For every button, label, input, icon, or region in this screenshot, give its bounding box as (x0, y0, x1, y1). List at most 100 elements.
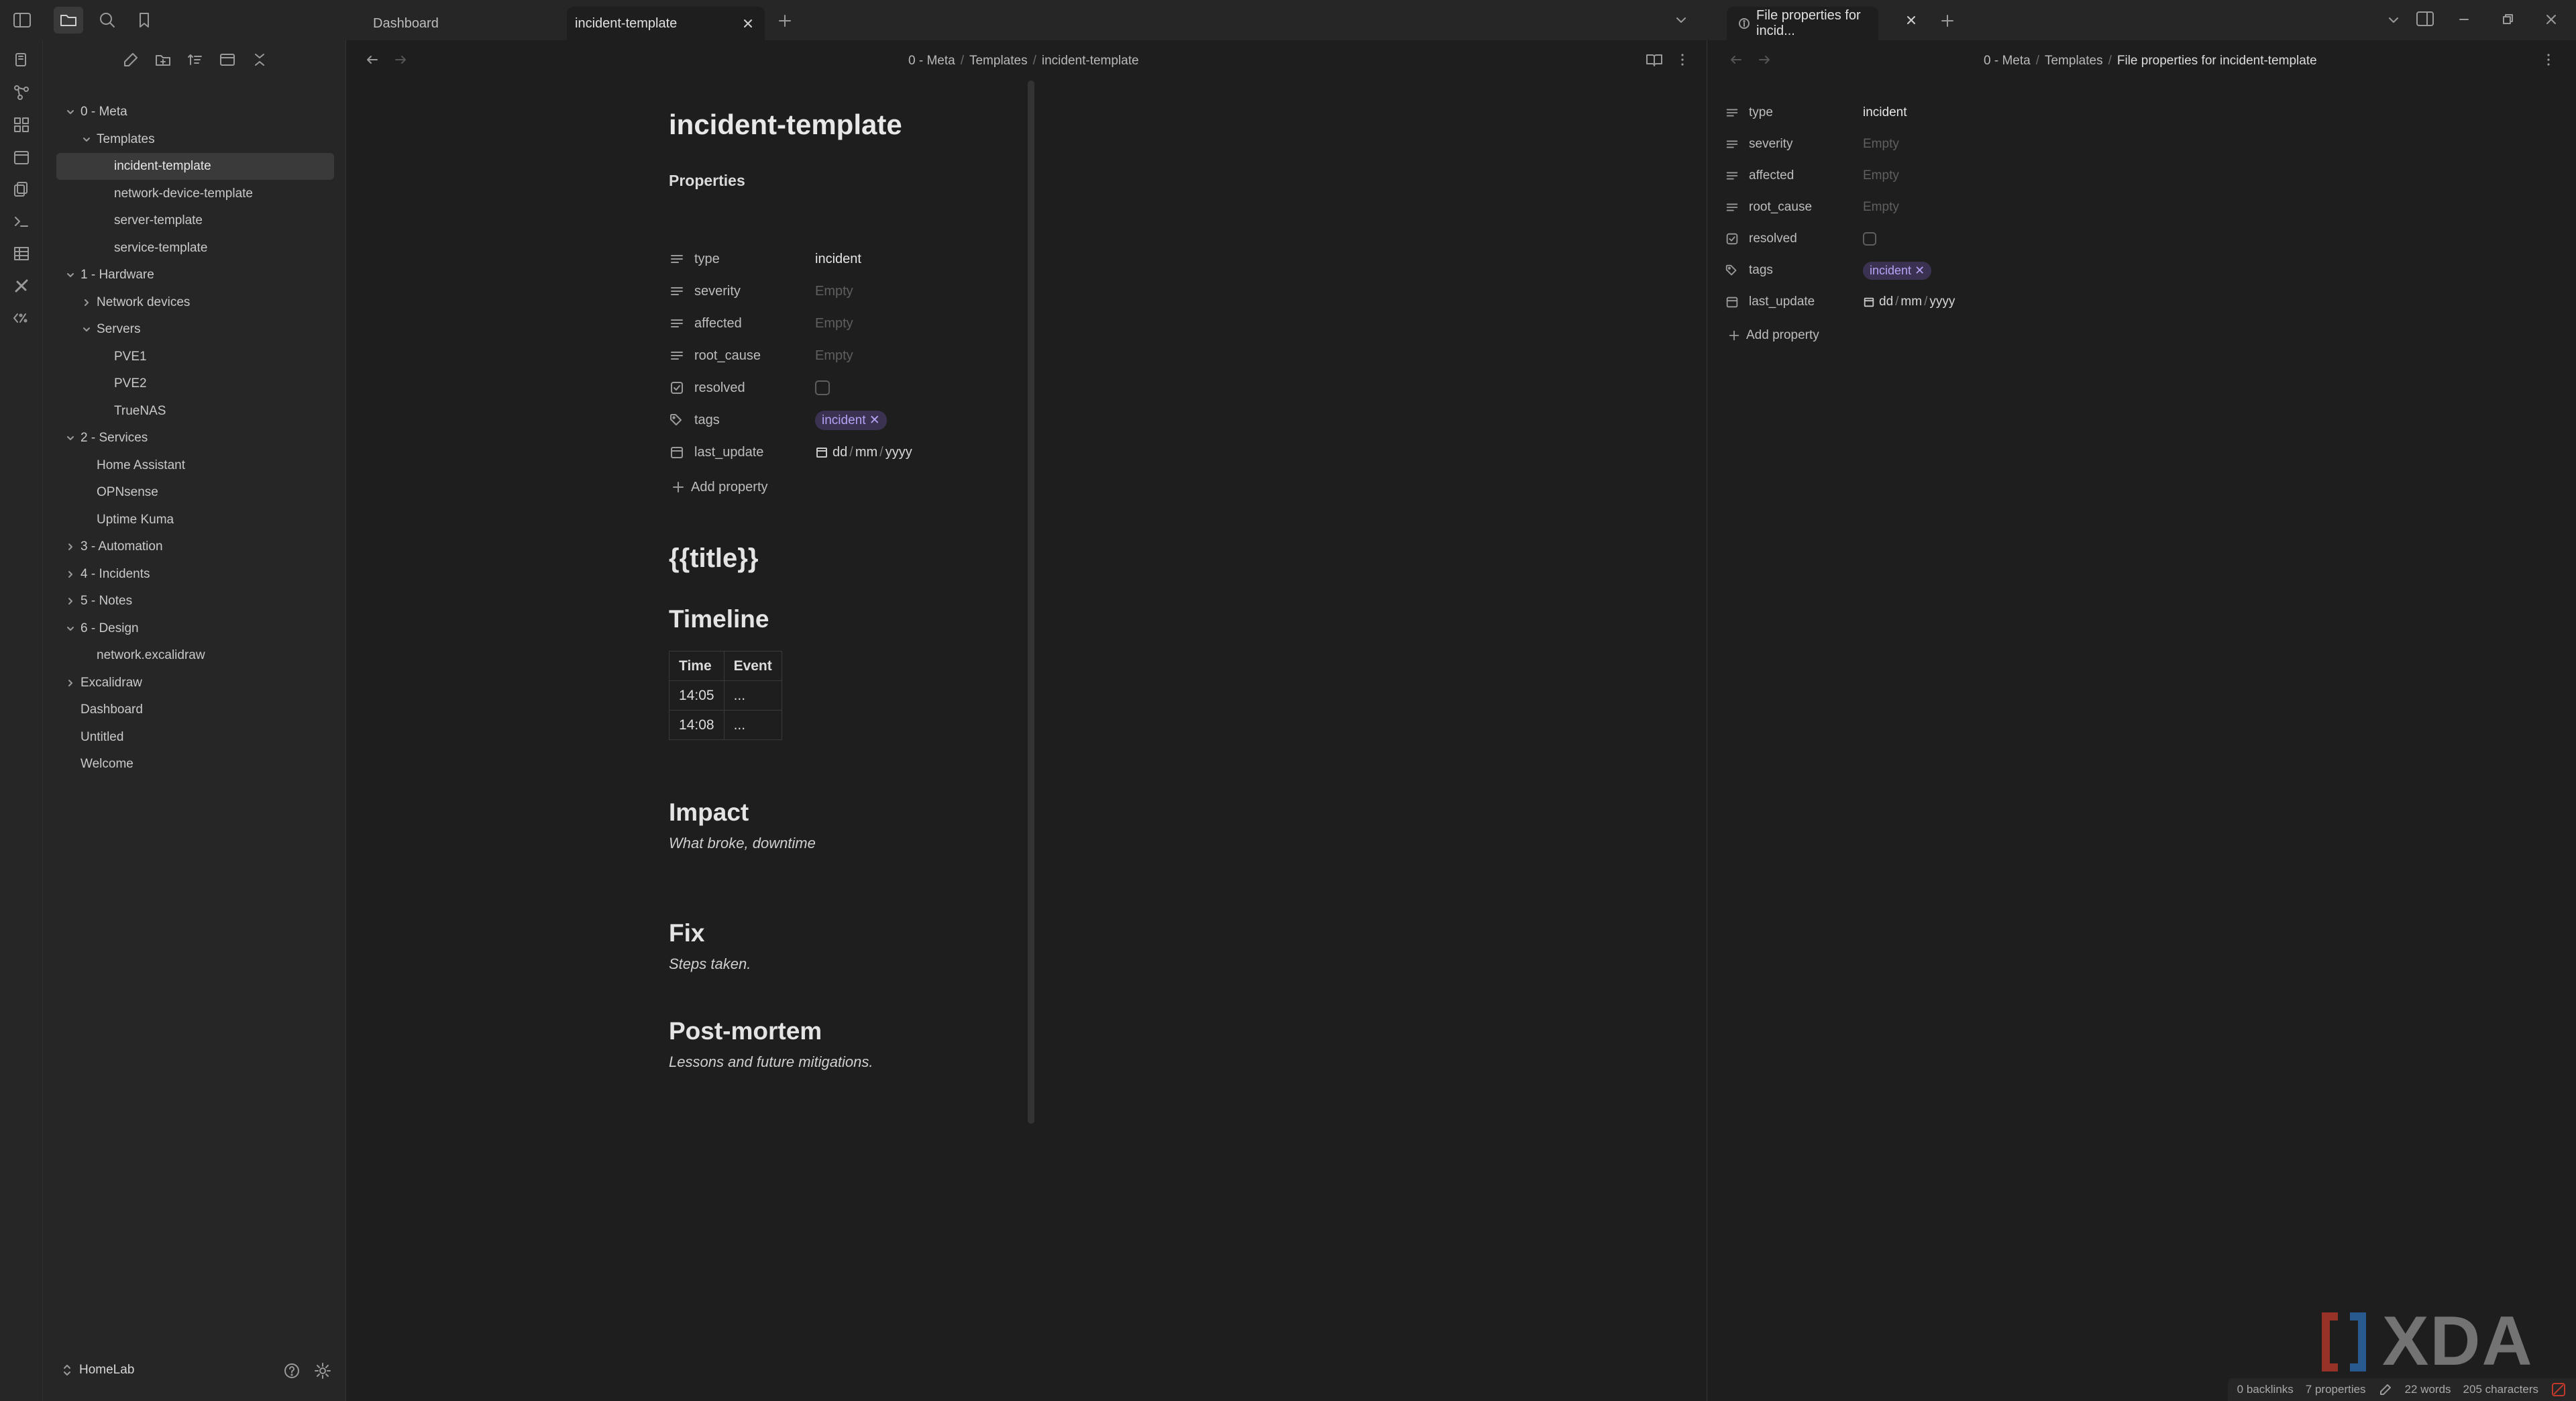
bookmark-icon[interactable] (134, 10, 154, 30)
property-type[interactable]: type incident (1725, 99, 1907, 126)
tab-file-properties[interactable]: File properties for incid... (1727, 7, 1878, 40)
command-palette-icon[interactable] (11, 211, 32, 232)
collapse-all-icon[interactable] (250, 50, 270, 70)
date-input[interactable]: dd / mm / yyyy (1863, 295, 1955, 309)
tree-item-uptime-kuma[interactable]: Uptime Kuma (97, 507, 174, 533)
heading-timeline[interactable]: Timeline (669, 605, 769, 633)
chevron-down-icon[interactable] (82, 135, 91, 144)
property-value[interactable]: Empty (1863, 200, 1899, 215)
code-icon[interactable] (11, 307, 32, 329)
tree-item-servers[interactable]: Servers (83, 316, 140, 343)
switcher-icon[interactable] (11, 50, 32, 71)
tree-item-network-device-template[interactable]: network-device-template (114, 180, 253, 207)
tree-item-opnsense[interactable]: OPNsense (97, 479, 158, 506)
tab-list-chevron-icon[interactable] (2385, 13, 2402, 27)
add-property-button[interactable]: Add property (1727, 322, 1819, 349)
table-cell[interactable]: ... (723, 710, 782, 740)
property-severity[interactable]: severity Empty (1725, 131, 1899, 158)
table-cell[interactable]: 14:05 (669, 680, 724, 711)
property-value[interactable]: incident (815, 252, 861, 267)
files-view-button[interactable] (54, 7, 83, 34)
toggle-left-sidebar-icon[interactable] (12, 11, 32, 30)
sort-icon[interactable] (185, 50, 205, 70)
heading-post-mortem[interactable]: Post-mortem (669, 1017, 822, 1045)
property-tags[interactable]: tags incident ✕ (669, 407, 887, 433)
chevron-down-icon[interactable] (66, 433, 75, 443)
templates-icon[interactable] (11, 178, 32, 200)
property-resolved[interactable]: resolved (669, 374, 830, 401)
chevron-right-icon[interactable] (66, 678, 75, 688)
properties-heading[interactable]: Properties (669, 172, 745, 190)
more-options-icon[interactable] (2542, 50, 2555, 70)
excalidraw-icon[interactable] (11, 275, 32, 297)
toggle-right-sidebar-icon[interactable] (2415, 9, 2435, 28)
settings-gear-icon[interactable] (313, 1361, 333, 1381)
tree-item-excalidraw[interactable]: Excalidraw (68, 670, 142, 696)
breadcrumb-item[interactable]: 0 - Meta (1984, 54, 2031, 68)
remove-tag-icon[interactable]: ✕ (1915, 264, 1925, 277)
property-resolved[interactable]: resolved (1725, 225, 1876, 252)
minimize-icon[interactable] (2455, 11, 2473, 28)
tree-item-truenas[interactable]: TrueNAS (114, 398, 166, 425)
table-header-event[interactable]: Event (723, 651, 782, 681)
property-root-cause[interactable]: root_cause Empty (669, 342, 853, 369)
chevron-right-icon[interactable] (66, 570, 75, 579)
tag-pill[interactable]: incident ✕ (1863, 261, 1932, 280)
chevron-down-icon[interactable] (66, 624, 75, 633)
tree-item-server-template[interactable]: server-template (114, 207, 203, 234)
tab-list-chevron-icon[interactable] (1673, 13, 1689, 27)
chevron-right-icon[interactable] (82, 298, 91, 307)
table-cell[interactable]: 14:08 (669, 710, 724, 740)
graph-view-icon[interactable] (11, 82, 32, 103)
tree-item-network-devices[interactable]: Network devices (85, 289, 190, 316)
tree-item-network-excalidraw[interactable]: network.excalidraw (97, 642, 205, 669)
breadcrumb-item[interactable]: Templates (969, 54, 1028, 68)
tree-item-meta[interactable]: 0 - Meta (67, 99, 127, 125)
chevron-down-icon[interactable] (66, 107, 75, 117)
timeline-table[interactable]: Time Event 14:05 ... 14:08 ... (669, 651, 782, 740)
property-root-cause[interactable]: root_cause Empty (1725, 194, 1899, 221)
tag-pill[interactable]: incident ✕ (815, 410, 887, 430)
tree-item-templates[interactable]: Templates (83, 126, 155, 153)
note-title[interactable]: incident-template (669, 109, 902, 141)
resolved-checkbox[interactable] (1863, 232, 1876, 246)
add-property-button[interactable]: Add property (671, 474, 768, 501)
table-cell[interactable]: ... (723, 680, 782, 711)
auto-reveal-icon[interactable] (217, 50, 237, 70)
chevron-down-icon[interactable] (82, 325, 91, 334)
chevron-right-icon[interactable] (66, 542, 75, 552)
breadcrumb-item[interactable]: 0 - Meta (908, 54, 955, 68)
close-tab-icon[interactable] (741, 16, 755, 31)
new-tab-icon[interactable] (1939, 12, 1956, 30)
tree-item-design[interactable]: 6 - Design (67, 615, 139, 642)
search-icon[interactable] (97, 10, 117, 30)
tree-item-incidents[interactable]: 4 - Incidents (68, 561, 150, 588)
status-properties[interactable]: 7 properties (2306, 1383, 2366, 1396)
property-value[interactable]: incident (1863, 105, 1907, 120)
property-affected[interactable]: affected Empty (669, 310, 853, 337)
tree-item-automation[interactable]: 3 - Automation (68, 533, 163, 560)
tab-dashboard[interactable]: Dashboard (349, 7, 564, 40)
date-input[interactable]: dd / mm / yyyy (815, 445, 912, 460)
property-value[interactable]: Empty (1863, 137, 1899, 152)
breadcrumb-item[interactable]: incident-template (1042, 54, 1139, 68)
property-value[interactable]: Empty (815, 316, 853, 331)
reading-view-icon[interactable] (1644, 50, 1664, 70)
close-window-icon[interactable] (2542, 11, 2560, 28)
chevron-down-icon[interactable] (66, 270, 75, 280)
tree-item-hardware[interactable]: 1 - Hardware (67, 262, 154, 289)
tree-item-services[interactable]: 2 - Services (67, 425, 148, 452)
tree-item-incident-template[interactable]: incident-template (56, 153, 334, 180)
canvas-icon[interactable] (11, 114, 32, 136)
property-value[interactable]: Empty (815, 284, 853, 299)
table-header-time[interactable]: Time (669, 651, 724, 681)
close-tab-icon[interactable] (1904, 13, 1919, 28)
table-icon[interactable] (11, 243, 32, 264)
tree-item-pve2[interactable]: PVE2 (114, 370, 147, 397)
fix-text[interactable]: Steps taken. (669, 955, 751, 973)
new-tab-icon[interactable] (776, 12, 794, 30)
new-note-icon[interactable] (121, 50, 141, 70)
edit-mode-icon[interactable] (2378, 1382, 2393, 1397)
heading-title-placeholder[interactable]: {{title}} (669, 543, 758, 574)
tab-incident-template[interactable]: incident-template (567, 7, 765, 40)
